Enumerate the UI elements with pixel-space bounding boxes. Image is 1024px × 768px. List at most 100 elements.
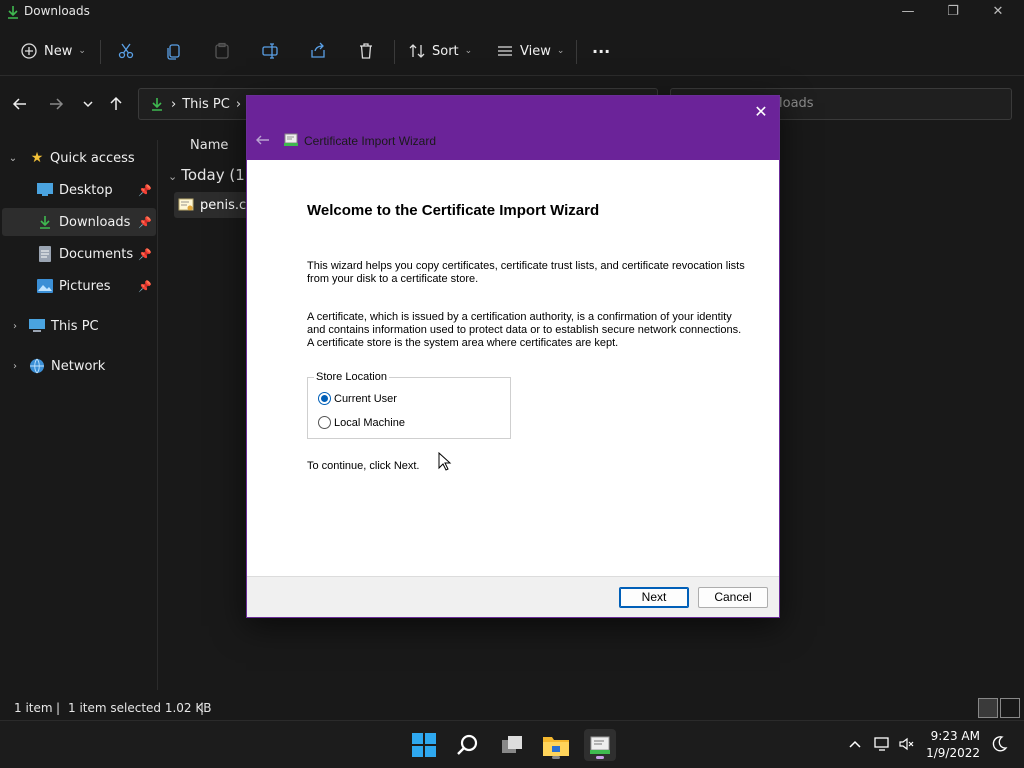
sidebar-item-label: Documents (59, 246, 134, 262)
certificate-file-icon (178, 198, 194, 211)
command-bar: New ⌄ Sort ⌄ View ⌄ ··· (0, 28, 1024, 76)
radio-local-machine[interactable]: Local Machine (318, 416, 405, 429)
dialog-close-button[interactable]: ✕ (751, 102, 771, 121)
sidebar-item-downloads[interactable]: Downloads 📌 (2, 208, 156, 236)
sidebar-item-this-pc[interactable]: › This PC (2, 312, 156, 340)
pin-icon: 📌 (138, 215, 152, 229)
chevron-down-icon: ⌄ (556, 46, 565, 56)
running-indicator (552, 756, 560, 759)
pin-icon: 📌 (138, 183, 152, 197)
sidebar-item-label: Downloads (59, 214, 131, 230)
sidebar-item-label: Quick access (50, 150, 135, 166)
new-button[interactable]: New ⌄ (20, 38, 86, 64)
chevron-right-icon[interactable]: › (8, 321, 22, 332)
breadcrumb-this-pc[interactable]: This PC (182, 97, 230, 112)
document-icon (36, 245, 54, 263)
sidebar-item-pictures[interactable]: Pictures 📌 (2, 272, 156, 300)
show-hidden-icons-chevron-icon[interactable] (846, 735, 864, 753)
close-button[interactable]: ✕ (983, 4, 1013, 19)
share-icon (311, 42, 325, 58)
toolbar-divider (576, 40, 577, 64)
wizard-heading: Welcome to the Certificate Import Wizard (307, 202, 600, 219)
sidebar-item-documents[interactable]: Documents 📌 (2, 240, 156, 268)
certificate-import-wizard-dialog: ✕ Certificate Import Wizard Welcome to t… (246, 95, 780, 618)
dialog-footer: Next Cancel (247, 576, 779, 617)
sidebar-item-label: Pictures (59, 278, 111, 294)
delete-button[interactable] (357, 38, 375, 64)
sort-icon (409, 44, 425, 58)
group-header-today[interactable]: ⌄ Today (1) (168, 166, 251, 184)
search-button[interactable] (452, 729, 484, 761)
view-button[interactable]: View ⌄ (496, 38, 564, 64)
windows-logo-icon (412, 733, 436, 757)
clock-time: 9:23 AM (930, 729, 980, 743)
desktop-icon (36, 181, 54, 199)
radio-button-checked[interactable] (318, 392, 331, 405)
download-icon (152, 98, 162, 111)
explorer-titlebar: Downloads — ❐ ✕ (0, 0, 1024, 28)
up-arrow-icon[interactable] (106, 94, 126, 114)
forward-arrow-icon[interactable] (46, 94, 66, 114)
toolbar-divider (394, 40, 395, 64)
cut-button[interactable] (117, 38, 135, 64)
sidebar-item-label: Desktop (59, 182, 113, 198)
store-location-group: Store Location Current User Local Machin… (307, 371, 511, 439)
window-title: Downloads (24, 4, 90, 18)
recent-locations-chevron-icon[interactable] (78, 94, 98, 114)
clock-date: 1/9/2022 (926, 746, 980, 760)
share-button[interactable] (309, 38, 327, 64)
radio-current-user[interactable]: Current User (318, 392, 397, 405)
dialog-header: ✕ Certificate Import Wizard (247, 96, 779, 160)
back-arrow-icon[interactable] (255, 132, 271, 148)
volume-muted-icon[interactable] (898, 735, 916, 753)
paste-button[interactable] (213, 38, 231, 64)
radio-button[interactable] (318, 416, 331, 429)
download-icon (8, 6, 18, 19)
network-icon (28, 357, 46, 375)
large-icons-view-toggle-icon[interactable] (1000, 698, 1020, 718)
minimize-button[interactable]: — (893, 4, 923, 19)
task-view-icon (502, 736, 522, 753)
network-status-icon[interactable] (873, 735, 891, 753)
column-header-name[interactable]: Name (190, 138, 228, 153)
radio-label: Current User (334, 392, 397, 405)
sort-label: Sort (432, 43, 459, 59)
selection-info: 1 item selected 1.02 KB (68, 701, 212, 715)
copy-button[interactable] (165, 38, 183, 64)
sidebar-item-quick-access[interactable]: ⌄ ★ Quick access (2, 144, 156, 172)
task-view-button[interactable] (496, 729, 528, 761)
plus-circle-icon (21, 43, 37, 59)
store-location-label: Store Location (314, 371, 389, 383)
sidebar-item-label: This PC (51, 318, 99, 334)
rename-button[interactable] (261, 38, 279, 64)
sidebar-item-network[interactable]: › Network (2, 352, 156, 380)
sort-button[interactable]: Sort ⌄ (408, 38, 472, 64)
start-button[interactable] (408, 729, 440, 761)
file-explorer-taskbar-button[interactable] (540, 729, 572, 761)
radio-label: Local Machine (334, 416, 405, 429)
more-options-button[interactable]: ··· (592, 38, 610, 64)
certificate-wizard-taskbar-button[interactable] (584, 729, 616, 761)
back-arrow-icon[interactable] (10, 94, 30, 114)
next-button[interactable]: Next (619, 587, 689, 608)
wizard-description-text: A certificate, which is issued by a cert… (307, 311, 742, 349)
computer-icon (28, 317, 46, 335)
notifications-moon-icon[interactable] (990, 735, 1008, 753)
chevron-right-icon[interactable]: › (8, 361, 22, 372)
clipboard-icon (215, 42, 229, 59)
cancel-button[interactable]: Cancel (698, 587, 768, 608)
status-bar: 1 item | 1 item selected 1.02 KB | (0, 696, 1024, 720)
group-label: Today (1) (181, 166, 251, 184)
chevron-down-icon: ⌄ (168, 170, 178, 183)
folder-icon (543, 737, 569, 756)
chevron-down-icon: ⌄ (464, 46, 473, 56)
taskbar-clock[interactable]: 9:23 AM 1/9/2022 (926, 728, 980, 762)
navigation-pane: ⌄ ★ Quick access Desktop 📌 Downloads 📌 D… (0, 140, 158, 690)
search-icon (457, 734, 478, 755)
download-icon (36, 213, 54, 231)
details-view-toggle-icon[interactable] (978, 698, 998, 718)
sidebar-item-desktop[interactable]: Desktop 📌 (2, 176, 156, 204)
maximize-button[interactable]: ❐ (938, 4, 968, 19)
trash-icon (360, 43, 372, 59)
chevron-down-icon[interactable]: ⌄ (6, 153, 20, 164)
